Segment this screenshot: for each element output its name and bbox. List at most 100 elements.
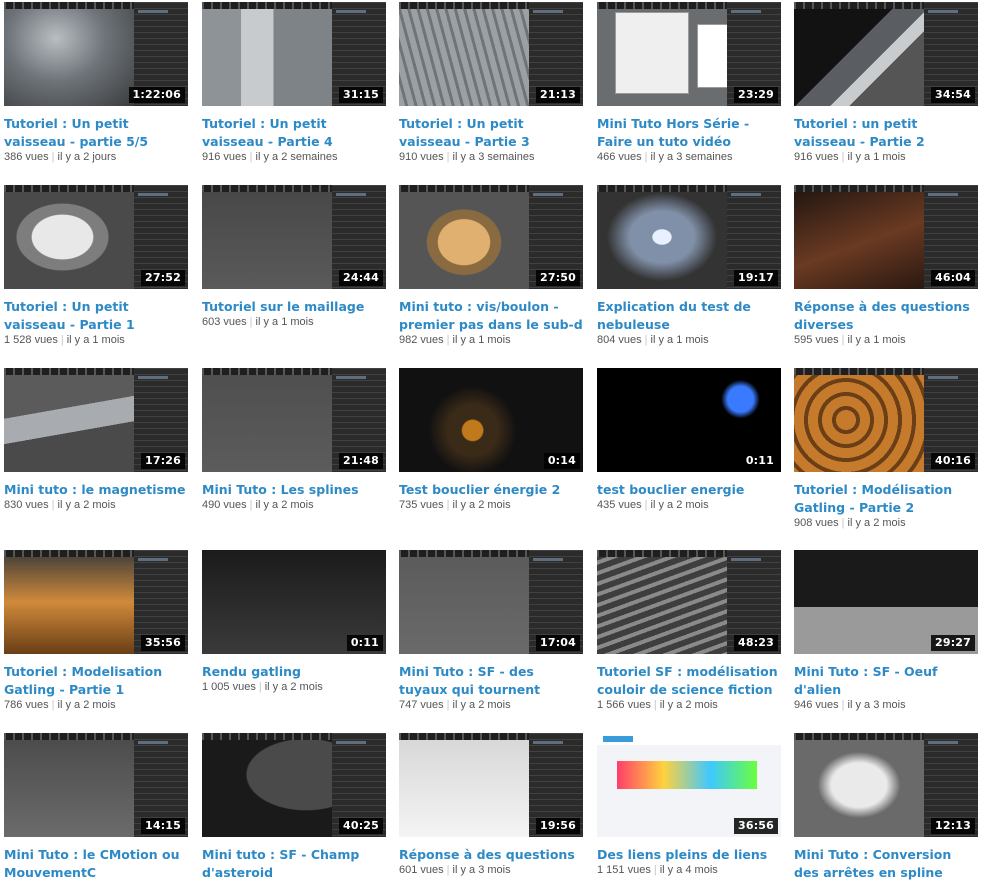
video-title-link[interactable]: Tutoriel : Un petit vaisseau - Partie 1 [4, 298, 188, 334]
video-title-link[interactable]: Tutoriel : Un petit vaisseau - Partie 4 [202, 115, 386, 151]
duration-badge: 17:04 [535, 635, 580, 651]
video-title-link[interactable]: Tutoriel : Un petit vaisseau - Partie 3 [399, 115, 583, 151]
video-title-link[interactable]: Rendu gatling [202, 663, 386, 681]
video-thumbnail[interactable]: 0:11 [202, 550, 386, 654]
video-thumbnail[interactable]: 27:52 [4, 185, 188, 289]
view-count: 1 151 vues [597, 864, 651, 876]
video-title-link[interactable]: Tutoriel sur le maillage [202, 298, 386, 316]
upload-age: il y a 2 mois [57, 499, 116, 511]
video-thumbnail[interactable]: 17:04 [399, 550, 583, 654]
upload-age: il y a 1 mois [847, 151, 906, 163]
video-title-link[interactable]: Réponse à des questions diverses [794, 298, 978, 334]
video-card[interactable]: 27:50 Mini tuto : vis/boulon - premier pa… [399, 185, 583, 347]
video-title-link[interactable]: Tutoriel : Modélisation Gatling - Partie… [794, 481, 978, 517]
video-thumbnail[interactable]: 19:17 [597, 185, 781, 289]
video-card[interactable]: 17:04 Mini Tuto : SF - des tuyaux qui tou… [399, 550, 583, 712]
video-thumbnail[interactable]: 40:16 [794, 368, 978, 472]
duration-badge: 27:52 [140, 270, 185, 286]
video-thumbnail[interactable]: 31:15 [202, 2, 386, 106]
video-title-link[interactable]: Mini tuto : le magnetisme [4, 481, 188, 499]
video-card[interactable]: 48:23 Tutoriel SF : modélisation couloir … [597, 550, 781, 712]
video-thumbnail[interactable]: 21:48 [202, 368, 386, 472]
video-card[interactable]: 34:54 Tutoriel : un petit vaisseau - Part… [794, 2, 978, 164]
video-title-link[interactable]: Mini tuto : vis/boulon - premier pas dan… [399, 298, 583, 334]
video-card[interactable]: 40:16 Tutoriel : Modélisation Gatling - P… [794, 368, 978, 530]
video-title-link[interactable]: Mini Tuto : Les splines [202, 481, 386, 499]
video-thumbnail[interactable]: 0:11 [597, 368, 781, 472]
video-title-link[interactable]: test bouclier energie [597, 481, 781, 499]
video-card[interactable]: 19:17 Explication du test de nebuleuse 804… [597, 185, 781, 347]
meta-separator: | [644, 334, 648, 346]
video-title-link[interactable]: Mini Tuto : le CMotion ou MouvementC [4, 846, 188, 882]
video-card[interactable]: 21:13 Tutoriel : Un petit vaisseau - Part… [399, 2, 583, 164]
video-title-link[interactable]: Des liens pleins de liens [597, 846, 781, 864]
video-thumbnail[interactable]: 48:23 [597, 550, 781, 654]
upload-age: il y a 1 mois [847, 334, 906, 346]
duration-badge: 24:44 [338, 270, 383, 286]
video-card[interactable]: 36:56 Des liens pleins de liens 1 151 vues… [597, 733, 781, 877]
video-thumbnail[interactable]: 35:56 [4, 550, 188, 654]
duration-badge: 29:27 [930, 635, 975, 651]
video-meta: 910 vues | il y a 3 semaines [399, 150, 583, 164]
video-thumbnail[interactable]: 21:13 [399, 2, 583, 106]
video-card[interactable]: 24:44 Tutoriel sur le maillage 603 vues | il… [202, 185, 386, 329]
video-card[interactable]: 19:56 Réponse à des questions 601 vues | il … [399, 733, 583, 877]
video-thumbnail[interactable]: 14:15 [4, 733, 188, 837]
video-card[interactable]: 0:11 test bouclier energie 435 vues | il y a… [597, 368, 781, 512]
meta-separator: | [446, 334, 450, 346]
video-thumbnail[interactable]: 12:13 [794, 733, 978, 837]
video-thumbnail[interactable]: 34:54 [794, 2, 978, 106]
duration-badge: 35:56 [140, 635, 185, 651]
meta-separator: | [841, 517, 845, 529]
video-thumbnail[interactable]: 40:25 [202, 733, 386, 837]
upload-age: il y a 2 mois [847, 517, 906, 529]
video-card[interactable]: 40:25 Mini tuto : SF - Champ d'asteroid [202, 733, 386, 881]
video-thumbnail[interactable]: 23:29 [597, 2, 781, 106]
thumbnail-image [399, 733, 529, 837]
video-title-link[interactable]: Test bouclier énergie 2 [399, 481, 583, 499]
video-card[interactable]: 1:22:06 Tutoriel : Un petit vaisseau - pa… [4, 2, 188, 164]
thumbnail-image [202, 2, 332, 106]
video-title-link[interactable]: Mini tuto : SF - Champ d'asteroid [202, 846, 386, 882]
duration-badge: 21:48 [338, 453, 383, 469]
video-thumbnail[interactable]: 46:04 [794, 185, 978, 289]
video-title-link[interactable]: Réponse à des questions [399, 846, 583, 864]
video-card[interactable]: 31:15 Tutoriel : Un petit vaisseau - Part… [202, 2, 386, 164]
video-title-link[interactable]: Tutoriel : Un petit vaisseau - partie 5/… [4, 115, 188, 151]
video-card[interactable]: 29:27 Mini Tuto : SF - Oeuf d'alien 946 vu… [794, 550, 978, 712]
video-card[interactable]: 0:11 Rendu gatling 1 005 vues | il y a 2 moi… [202, 550, 386, 694]
view-count: 490 vues [202, 499, 247, 511]
video-thumbnail[interactable]: 29:27 [794, 550, 978, 654]
video-card[interactable]: 46:04 Réponse à des questions diverses 595… [794, 185, 978, 347]
video-title-link[interactable]: Tutoriel : un petit vaisseau - Partie 2 [794, 115, 978, 151]
video-card[interactable]: 12:13 Mini Tuto : Conversion des arrêtes … [794, 733, 978, 881]
video-title-link[interactable]: Mini Tuto : Conversion des arrêtes en sp… [794, 846, 978, 882]
video-card[interactable]: 23:29 Mini Tuto Hors Série - Faire un tut… [597, 2, 781, 164]
video-thumbnail[interactable]: 24:44 [202, 185, 386, 289]
video-card[interactable]: 17:26 Mini tuto : le magnetisme 830 vues | i… [4, 368, 188, 512]
video-thumbnail[interactable]: 36:56 [597, 733, 781, 837]
video-title-link[interactable]: Mini Tuto : SF - Oeuf d'alien [794, 663, 978, 699]
video-meta: 916 vues | il y a 1 mois [794, 150, 978, 164]
video-title-link[interactable]: Explication du test de nebuleuse [597, 298, 781, 334]
duration-badge: 46:04 [930, 270, 975, 286]
video-card[interactable]: 0:14 Test bouclier énergie 2 735 vues | il y… [399, 368, 583, 512]
view-count: 946 vues [794, 699, 839, 711]
video-title-link[interactable]: Tutoriel : Modelisation Gatling - Partie… [4, 663, 188, 699]
video-thumbnail[interactable]: 27:50 [399, 185, 583, 289]
thumbnail-image [399, 550, 529, 654]
video-thumbnail[interactable]: 17:26 [4, 368, 188, 472]
video-card[interactable]: 27:52 Tutoriel : Un petit vaisseau - Part… [4, 185, 188, 347]
duration-badge: 0:11 [346, 635, 383, 651]
video-title-link[interactable]: Mini Tuto Hors Série - Faire un tuto vid… [597, 115, 781, 151]
video-thumbnail[interactable]: 19:56 [399, 733, 583, 837]
video-title-link[interactable]: Tutoriel SF : modélisation couloir de sc… [597, 663, 781, 699]
video-card[interactable]: 35:56 Tutoriel : Modelisation Gatling - P… [4, 550, 188, 712]
video-title-link[interactable]: Mini Tuto : SF - des tuyaux qui tournent [399, 663, 583, 699]
video-meta: 595 vues | il y a 1 mois [794, 333, 978, 347]
meta-separator: | [653, 699, 657, 711]
video-card[interactable]: 14:15 Mini Tuto : le CMotion ou Mouvement… [4, 733, 188, 881]
video-card[interactable]: 21:48 Mini Tuto : Les splines 490 vues | il … [202, 368, 386, 512]
video-thumbnail[interactable]: 1:22:06 [4, 2, 188, 106]
video-thumbnail[interactable]: 0:14 [399, 368, 583, 472]
